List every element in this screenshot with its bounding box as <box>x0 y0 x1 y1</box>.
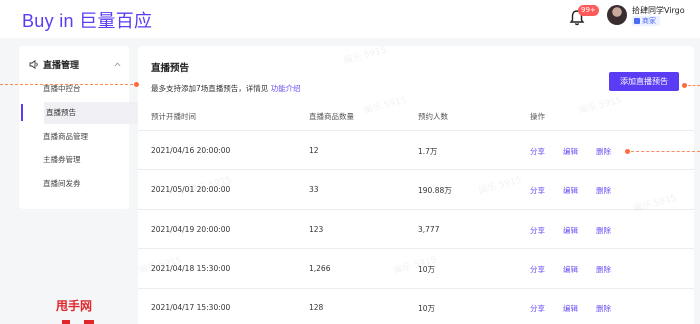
delete-link[interactable]: 删除 <box>596 146 611 157</box>
share-link[interactable]: 分享 <box>530 303 545 314</box>
edit-link[interactable]: 编辑 <box>563 303 578 314</box>
annotation-line <box>688 85 700 86</box>
user-name[interactable]: 拾肆同学Virgo <box>632 5 685 16</box>
column-header-reservations: 预约人数 <box>418 112 448 121</box>
speaker-icon <box>29 60 38 69</box>
annotation-line <box>0 84 133 85</box>
watermark-fragment <box>62 320 94 324</box>
feature-intro-link[interactable]: 功能介绍 <box>271 84 301 93</box>
faint-watermark: 闽乐 5915 <box>632 193 678 215</box>
delete-link[interactable]: 删除 <box>596 225 611 236</box>
annotation-dot <box>682 83 687 88</box>
annotation-line <box>631 151 700 152</box>
cell-time: 2021/04/19 20:00:00 <box>151 225 231 234</box>
cell-time: 2021/04/16 20:00:00 <box>151 146 231 155</box>
share-link[interactable]: 分享 <box>530 185 545 196</box>
share-link[interactable]: 分享 <box>530 225 545 236</box>
user-role-label: 商家 <box>642 17 656 25</box>
cell-reservations: 1.7万 <box>418 147 438 156</box>
share-link[interactable]: 分享 <box>530 146 545 157</box>
description-text: 最多支持添加7场直播预告，详情见 <box>151 84 269 93</box>
sidebar-section-title: 直播管理 <box>43 61 80 71</box>
app-logo[interactable]: Buy in 巨量百应 <box>22 7 152 33</box>
sidebar-item-host-coupons[interactable]: 主播券管理 <box>41 149 141 171</box>
page-title: 直播预告 <box>151 63 190 74</box>
column-header-time: 预计开播时间 <box>151 112 196 121</box>
row-divider <box>138 288 694 289</box>
column-header-actions: 操作 <box>530 112 545 121</box>
add-live-preview-button[interactable]: 添加直播预告 <box>609 72 679 91</box>
row-divider <box>138 169 694 170</box>
sidebar-item-live-coupon-issue[interactable]: 直播间发券 <box>41 173 141 195</box>
annotation-dot <box>134 82 139 87</box>
row-divider <box>138 248 694 249</box>
faint-watermark: 闽乐 5915 <box>477 175 523 197</box>
sidebar-section-live[interactable]: 直播管理 <box>29 58 121 72</box>
delete-link[interactable]: 删除 <box>596 264 611 275</box>
delete-link[interactable]: 删除 <box>596 185 611 196</box>
edit-link[interactable]: 编辑 <box>563 146 578 157</box>
faint-watermark: 闽乐 5915 <box>577 95 623 117</box>
sidebar-item-live-preview[interactable]: 直播预告 <box>44 102 142 124</box>
cell-reservations: 190.88万 <box>418 186 452 195</box>
chevron-up-icon[interactable] <box>114 62 121 67</box>
merchant-icon <box>634 18 640 24</box>
notification-badge: 99+ <box>578 5 599 16</box>
edit-link[interactable]: 编辑 <box>563 264 578 275</box>
cell-reservations: 10万 <box>418 304 436 313</box>
cell-count: 1,266 <box>309 264 331 273</box>
cell-reservations: 3,777 <box>418 225 440 234</box>
user-role-badge: 商家 <box>632 16 660 26</box>
top-bar: Buy in 巨量百应 99+ 拾肆同学Virgo 商家 <box>0 0 700 38</box>
sidebar-item-live-products[interactable]: 直播商品管理 <box>41 126 141 148</box>
sidebar-item-live-console[interactable]: 直播中控台 <box>41 78 141 100</box>
active-indicator <box>21 104 23 121</box>
page-description: 最多支持添加7场直播预告，详情见 功能介绍 <box>151 83 301 94</box>
faint-watermark: 闽乐 5915 <box>342 45 388 67</box>
cell-count: 12 <box>309 146 319 155</box>
edit-link[interactable]: 编辑 <box>563 225 578 236</box>
brand-watermark: 甩手网 <box>56 299 93 313</box>
share-link[interactable]: 分享 <box>530 264 545 275</box>
sidebar: 直播管理 直播中控台 直播预告 直播商品管理 主播券管理 直播间发券 <box>19 46 142 209</box>
cell-count: 123 <box>309 225 324 234</box>
cell-count: 128 <box>309 303 324 312</box>
cell-time: 2021/04/17 15:30:00 <box>151 303 231 312</box>
faint-watermark: 闽乐 5915 <box>362 95 408 117</box>
row-divider <box>138 130 694 131</box>
main-panel: 直播预告 最多支持添加7场直播预告，详情见 功能介绍 添加直播预告 预计开播时间… <box>138 45 694 324</box>
row-divider <box>138 209 694 210</box>
cell-count: 33 <box>309 185 319 194</box>
delete-link[interactable]: 删除 <box>596 303 611 314</box>
column-header-product-count: 直播商品数量 <box>309 112 354 121</box>
edit-link[interactable]: 编辑 <box>563 185 578 196</box>
avatar[interactable] <box>607 5 627 25</box>
annotation-dot <box>625 149 630 154</box>
